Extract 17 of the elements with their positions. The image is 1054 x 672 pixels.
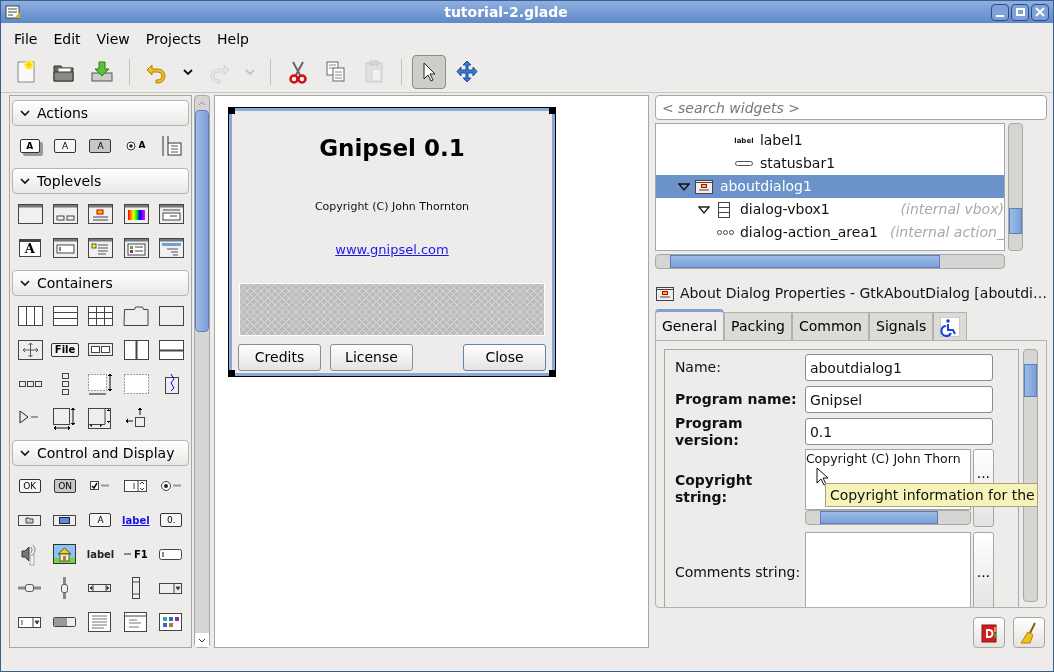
tree-item-note: (internal vbox) [899,200,1004,219]
property-label: Name: [674,359,722,376]
property-label: Program version: [674,414,744,449]
properties-title: About Dialog Properties - GtkAboutDialog [aboutdi… [679,284,1047,303]
tree-item-label: dialog-action_area1 [739,223,878,242]
tree-item-label: dialog-vbox1 [739,200,830,219]
property-label: Comments string: [674,563,802,581]
window-title: tutorial-2.glade [444,4,568,20]
tree-item-note: (internal action_ [888,223,1004,242]
tree-item-label: label1 [759,131,803,150]
tree-item-label: aboutdialog1 [719,177,812,196]
copyright-text: Copyright (C) John Thornton [314,198,470,215]
tree-item-label: statusbar1 [759,154,836,173]
property-label: Copyright string: [674,472,754,506]
dialog-program-title: Gnipsel 0.1 [319,134,465,163]
property-label: Program name: [674,391,798,408]
tooltip: Copyright information for the [824,483,1038,507]
